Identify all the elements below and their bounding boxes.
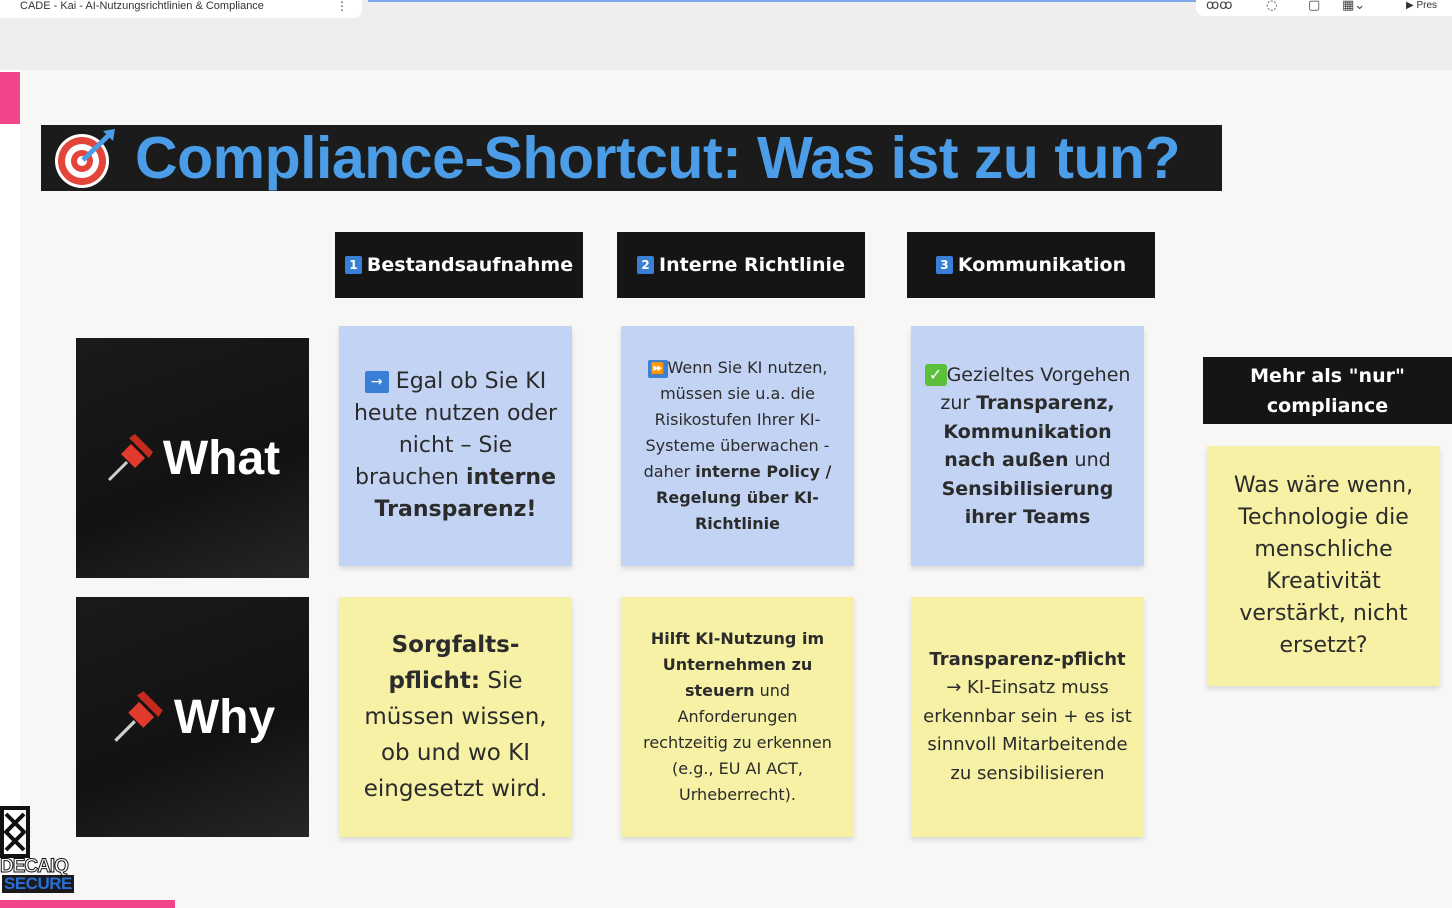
pushpin-icon [107, 434, 153, 482]
column-header-label: Interne Richtlinie [659, 254, 845, 276]
pushpin-icon [114, 691, 163, 742]
number-3-icon: 3 [935, 256, 953, 274]
row-label-why: Why [76, 597, 309, 837]
column-header-label: Kommunikation [957, 254, 1127, 276]
top-toolbar: CADE - Kai - AI-Nutzungsrichtlinien & Co… [0, 0, 1452, 70]
pink-bottom-bar [0, 900, 175, 908]
note-why-bestandsaufnahme[interactable]: Sorgfalts-pflicht: Sie müssen wissen, ob… [339, 597, 572, 837]
progress-line [368, 0, 1198, 2]
logo-word-secure: SECURE [2, 874, 74, 893]
column-header-interne-richtlinie: 2 Interne Richtlinie [617, 232, 865, 298]
note-text-bold: Sensibilisierung ihrer Teams [941, 477, 1114, 529]
note-what-interne-richtlinie[interactable]: ⏩ Wenn Sie KI nutzen, müssen sie u.a. die… [621, 326, 854, 566]
column-header-bestandsaufnahme: 1 Bestandsaufnahme [335, 232, 583, 298]
slide-title-bar: Compliance-Shortcut: Was ist zu tun? [41, 125, 1222, 191]
note-why-kommunikation[interactable]: Transparenz-pflicht → KI-Einsatz muss er… [911, 597, 1144, 837]
note-what-kommunikation[interactable]: ✓ Gezieltes Vorgehen zur Transparenz, Kom… [911, 326, 1144, 566]
note-why-interne-richtlinie[interactable]: Hilft KI-Nutzung im Unternehmen zu steue… [621, 597, 854, 837]
fast-forward-box-icon: ⏩ [647, 359, 668, 378]
row-label-text: What [162, 431, 281, 485]
side-note-text: Was wäre wenn, Technologie die menschlic… [1233, 473, 1414, 658]
share-screen-icon[interactable]: ▢ [1308, 0, 1320, 14]
left-rail: ⋮ [0, 0, 20, 908]
number-1-icon: 1 [344, 256, 362, 274]
present-button[interactable]: ▶ Pres [1406, 0, 1437, 12]
pink-side-tab[interactable] [0, 72, 20, 124]
present-label: Pres [1416, 0, 1438, 11]
chat-icon[interactable]: ◌ [1266, 0, 1277, 14]
reactions-icon[interactable]: ꝏꝏ [1206, 0, 1232, 14]
note-text: → KI-Einsatz muss erkennbar sein + es is… [923, 677, 1132, 784]
number-2-icon: 2 [637, 256, 655, 274]
document-tab[interactable]: CADE - Kai - AI-Nutzungsrichtlinien & Co… [0, 0, 362, 18]
column-header-kommunikation: 3 Kommunikation [907, 232, 1155, 298]
side-header-text: Mehr als "nur" compliance [1250, 364, 1405, 417]
side-note[interactable]: Was wäre wenn, Technologie die menschlic… [1207, 446, 1440, 686]
right-toolbar: ꝏꝏ ◌ ▢ ▦⌄ ▶ Pres [1196, 0, 1452, 16]
settings-dropdown-icon[interactable]: ▦⌄ [1342, 0, 1365, 14]
document-tab-title: CADE - Kai - AI-Nutzungsrichtlinien & Co… [20, 0, 264, 12]
note-text: und [1074, 449, 1111, 471]
tab-menu-icon[interactable]: ⋮ [336, 0, 348, 12]
slide-title: Compliance-Shortcut: Was ist zu tun? [135, 125, 1181, 191]
side-header: Mehr als "nur" compliance [1203, 357, 1452, 424]
bullseye-dart-icon [55, 129, 115, 188]
check-box-icon: ✓ [924, 364, 947, 386]
note-text-bold: Hilft KI-Nutzung im Unternehmen zu steue… [650, 629, 825, 700]
column-header-label: Bestandsaufnahme [366, 254, 574, 276]
row-label-what: What [76, 338, 309, 578]
note-what-bestandsaufnahme[interactable]: → Egal ob Sie KI heute nutzen oder nicht… [339, 326, 572, 566]
note-text-bold: Transparenz-pflicht [929, 648, 1126, 670]
row-label-text: Why [173, 690, 276, 744]
right-arrow-box-icon: → [364, 371, 389, 393]
